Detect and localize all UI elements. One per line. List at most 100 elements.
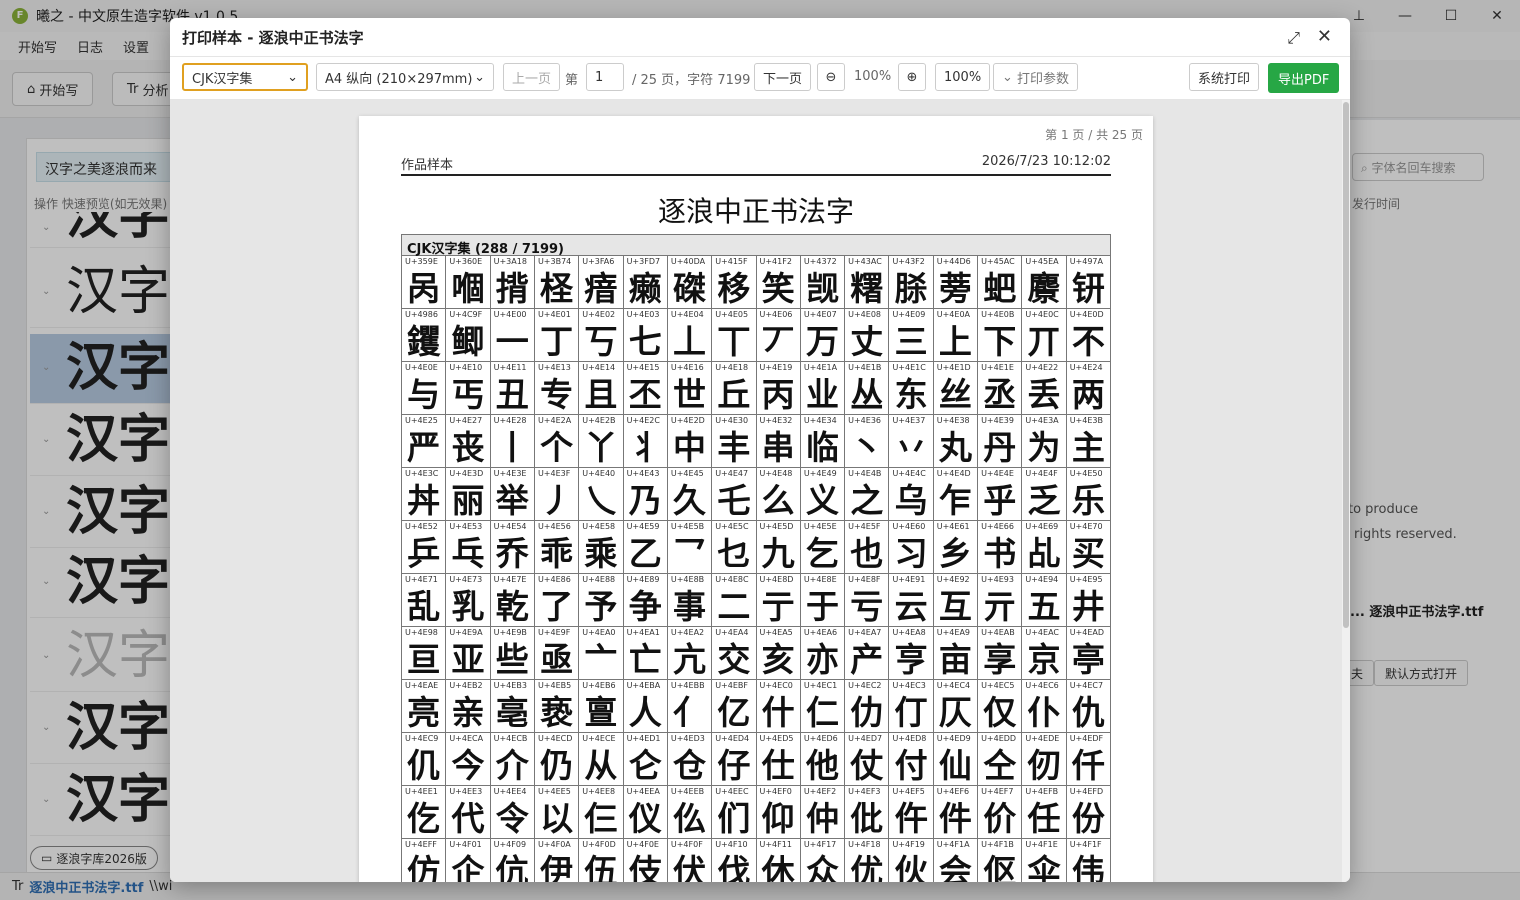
glyph-cell: U+4E61 乡 [933,521,979,574]
glyph-cell: U+4E9F 亟 [534,627,580,680]
codepoint-label: U+4E45 [670,469,704,478]
glyph-char: 下 [983,322,1017,361]
codepoint-label: U+4EFF [405,840,437,849]
glyph-char: 价 [983,799,1017,838]
glyph-cell: U+4ED9 仙 [933,733,979,786]
dialog-title: 打印样本 - 逐浪中正书法字 [182,28,364,47]
zoom-in-icon[interactable]: ⊕ [898,63,926,91]
glyph-char: 么 [761,481,795,520]
codepoint-label: U+45EA [1025,257,1059,266]
glyph-char: 乳 [451,587,485,626]
glyph-char: 仵 [894,799,928,838]
codepoint-label: U+4E09 [892,310,926,319]
glyph-cell: U+4E91 云 [889,574,934,627]
expand-icon[interactable]: ⤢ [1287,28,1300,48]
codepoint-label: U+3FA6 [582,257,615,266]
glyph-char: 些 [495,640,529,679]
codepoint-label: U+4E5B [670,522,705,531]
glyph-char: 乛 [673,534,707,573]
glyph-char: 仿 [407,852,441,883]
codepoint-label: U+4EDE [1025,734,1060,743]
codepoint-label: U+4EA0 [582,628,616,637]
glyph-char: 乒 [407,534,441,573]
glyph-char: 亵 [540,693,574,732]
glyph-cell: U+4E93 亓 [978,574,1023,627]
codepoint-label: U+4EC5 [981,681,1015,690]
glyph-cell: U+4E94 五 [1022,574,1067,627]
glyph-cell: U+4E16 世 [667,362,713,415]
codepoint-label: U+4E34 [803,416,837,425]
glyph-table: CJK汉字集 (288 / 7199) U+359E 呙 U+360E 嗰 U+3A18… [401,234,1111,882]
glyph-cell: U+4ED7 仗 [845,733,890,786]
glyph-char: 糬 [850,269,884,308]
export-pdf-button[interactable]: 导出PDF [1268,63,1340,93]
page-input[interactable]: 1 [586,63,624,91]
glyph-cell: U+4E8B 事 [667,574,713,627]
glyph-cell: U+4EAB 享 [978,627,1023,680]
glyph-char: 丼 [407,481,441,520]
codepoint-label: U+4E2D [670,416,705,425]
glyph-cell: U+4E0C 丌 [1022,309,1067,362]
glyph-char: 仞 [1027,746,1061,785]
codepoint-label: U+4E25 [405,416,438,425]
codepoint-label: U+4ED8 [892,734,927,743]
glyph-cell: U+4EC0 什 [756,680,801,733]
codepoint-label: U+4EC2 [848,681,882,690]
paper-page: 第 1 页 / 共 25 页 作品样本 2026/7/23 10:12:02 逐… [359,116,1153,882]
codepoint-label: U+4F0E [626,840,659,849]
glyph-cell: U+4E3C 丼 [402,468,447,521]
scrollbar-thumb[interactable] [1343,102,1349,628]
codepoint-label: U+4EA9 [936,628,971,637]
glyph-char: 乩 [1027,534,1061,573]
prev-page-button[interactable]: 上一页 [503,63,561,91]
zoom-out-icon[interactable]: ⊖ [817,63,845,91]
codepoint-label: U+4E3A [1025,416,1059,425]
glyph-char: 乞 [805,534,839,573]
glyph-cell: U+4EA5 亥 [756,627,801,680]
glyph-char: 丧 [451,428,485,467]
codepoint-label: U+4E70 [1069,522,1103,531]
glyph-cell: U+4E5D 九 [756,521,801,574]
close-icon[interactable]: ✕ [1317,26,1332,47]
glyph-cell: U+4EDE 仞 [1022,733,1067,786]
preview-scrollbar[interactable] [1342,100,1350,882]
glyph-char: 个 [540,428,574,467]
print-params-button[interactable]: ⌄ 打印参数 [993,63,1079,91]
glyph-char: 份 [1071,799,1105,838]
glyph-cell: U+4EA9 亩 [933,627,979,680]
codepoint-label: U+4E89 [626,575,660,584]
charset-select[interactable]: CJK汉字集 ⌄ [182,63,308,91]
glyph-char: 丆 [761,322,795,361]
glyph-cell: U+4F0D 伍 [579,839,624,882]
codepoint-label: U+4EC1 [803,681,838,690]
glyph-char: 麖 [1027,269,1061,308]
glyph-char: 介 [495,746,529,785]
system-print-button[interactable]: 系统打印 [1189,63,1260,91]
glyph-char: 仄 [938,693,972,732]
glyph-cell: U+4E1D 丝 [933,362,979,415]
glyph-cell: U+4E50 乐 [1066,468,1111,521]
print-preview-area[interactable]: 第 1 页 / 共 25 页 作品样本 2026/7/23 10:12:02 逐… [170,100,1342,882]
paper-select[interactable]: A4 纵向 (210×297mm) ⌄ [316,63,494,91]
codepoint-label: U+4E47 [715,469,749,478]
glyph-cell: U+4E19 丙 [756,362,801,415]
glyph-cell: U+4EA1 亡 [623,627,668,680]
glyph-char: 了 [540,587,574,626]
glyph-cell: U+4EC9 仉 [402,733,447,786]
glyph-cell: U+4EAD 亭 [1066,627,1111,680]
glyph-char: 蚆 [983,269,1017,308]
glyph-cell: U+4EBF 亿 [712,680,757,733]
codepoint-label: U+4ECA [449,734,484,743]
glyph-char: 丨 [495,428,529,467]
codepoint-label: U+4F09 [493,840,527,849]
zoom-input[interactable]: 100% [935,63,991,91]
glyph-cell: U+4E95 井 [1066,574,1111,627]
codepoint-label: U+4EA1 [626,628,660,637]
glyph-cell: U+43AC 糬 [845,256,890,309]
codepoint-label: U+4E8B [670,575,705,584]
glyph-cell: U+4F1B 伛 [978,839,1023,882]
glyph-char: 乐 [1071,481,1105,520]
codepoint-label: U+4EF3 [848,787,881,796]
glyph-char: 乜 [717,534,751,573]
next-page-button[interactable]: 下一页 [754,63,812,91]
